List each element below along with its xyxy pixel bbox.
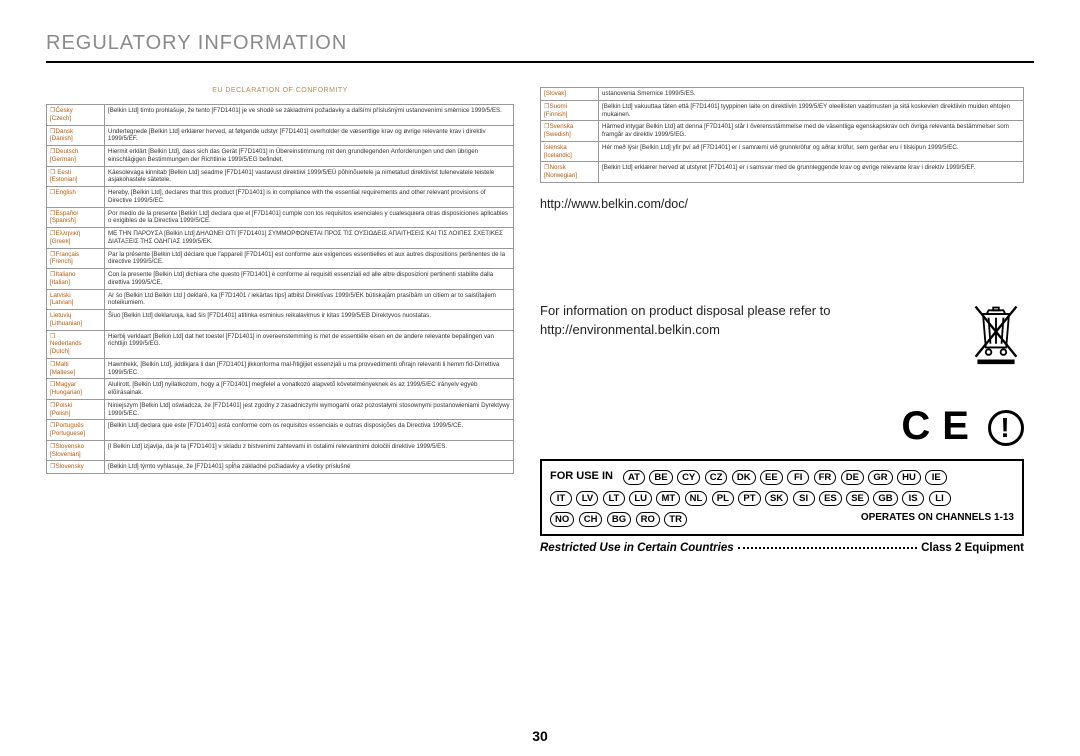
country-code: LU bbox=[629, 491, 652, 506]
country-code: LI bbox=[929, 491, 951, 506]
for-use-label: FOR USE IN bbox=[550, 470, 613, 482]
country-code: FR bbox=[814, 470, 837, 485]
country-use-box: FOR USE IN AT BE CY CZ DK EE FI FR DE GR… bbox=[540, 459, 1024, 536]
lang-cell: ❐Español [Spanish] bbox=[47, 207, 105, 228]
country-code: DE bbox=[841, 470, 864, 485]
lang-cell: ❐Français [French] bbox=[47, 248, 105, 269]
operates-channels: OPERATES ON CHANNELS 1-13 bbox=[861, 512, 1014, 523]
declaration-cell: Šiuo [Belkin Ltd] deklaruoja, kad šis [F… bbox=[105, 310, 514, 331]
lang-cell: Íslenska [Icelandic] bbox=[541, 141, 599, 162]
country-code: CH bbox=[579, 512, 603, 527]
country-code: MT bbox=[656, 491, 680, 506]
restricted-label: Restricted Use in Certain Countries bbox=[540, 542, 734, 554]
country-code: EE bbox=[760, 470, 783, 485]
lang-cell: ❐Polski [Polish] bbox=[47, 399, 105, 420]
ce-mark: C E ! bbox=[540, 404, 1024, 449]
country-code: SE bbox=[846, 491, 869, 506]
declaration-cell: Undertegnede [Belkin Ltd] erklærer herve… bbox=[105, 125, 514, 146]
declaration-cell: [Belkin Ltd] erklærer herved at utstyret… bbox=[599, 162, 1024, 183]
lang-cell: ❐Dansk [Danish] bbox=[47, 125, 105, 146]
disposal-line1: For information on product disposal plea… bbox=[540, 303, 831, 318]
page-title: REGULATORY INFORMATION bbox=[46, 32, 1034, 55]
country-code: HU bbox=[897, 470, 921, 485]
country-code: GB bbox=[873, 491, 897, 506]
declaration-cell: [Belkin Ltd] vakuuttaa täten että [F7D14… bbox=[599, 100, 1024, 121]
lang-cell: ❐English bbox=[47, 187, 105, 208]
declaration-cell: Con la presente [Belkin Ltd] dichiara ch… bbox=[105, 269, 514, 290]
country-code: BE bbox=[649, 470, 672, 485]
country-code: FI bbox=[787, 470, 809, 485]
conformity-table-left: ❐Česky [Czech][Belkin Ltd] tímto prohlaš… bbox=[46, 104, 514, 474]
declaration-cell: [I Belkin Ltd] izjavlja, da je ta [F7D14… bbox=[105, 440, 514, 461]
declaration-cell: Por medio de la presente [Belkin Ltd] de… bbox=[105, 207, 514, 228]
declaration-cell: Niniejszym [Belkin Ltd] oświadcza, że [F… bbox=[105, 399, 514, 420]
country-code: SK bbox=[765, 491, 788, 506]
country-code: NL bbox=[685, 491, 708, 506]
lang-cell: ❐Ελληνική [Greek] bbox=[47, 228, 105, 249]
country-code: TR bbox=[664, 512, 687, 527]
lang-cell: Lietuvių [Lithuanian] bbox=[47, 310, 105, 331]
lang-cell: ❐Suomi [Finnish] bbox=[541, 100, 599, 121]
declaration-cell: Hiermit erklärt [Belkin Ltd], dass sich … bbox=[105, 146, 514, 167]
lang-cell: ❐Svenska [Swedish] bbox=[541, 121, 599, 142]
country-code: IE bbox=[925, 470, 947, 485]
country-code: LV bbox=[576, 491, 598, 506]
country-code: RO bbox=[636, 512, 660, 527]
lang-cell: ❐Deutsch [German] bbox=[47, 146, 105, 167]
lang-cell: ❐ Nederlands [Dutch] bbox=[47, 330, 105, 358]
country-code: NO bbox=[550, 512, 574, 527]
country-code: IT bbox=[550, 491, 572, 506]
declaration-cell: Par la présente [Belkin Ltd] déclare que… bbox=[105, 248, 514, 269]
declaration-cell: [Belkin Ltd] declara que este [F7D1401] … bbox=[105, 420, 514, 441]
declaration-cell: Härmed intygar Belkin Ltd] att denna [F7… bbox=[599, 121, 1024, 142]
declaration-cell: [Belkin Ltd] tímto prohlašuje, že tento … bbox=[105, 105, 514, 126]
lang-cell: ❐Italiano [Italian] bbox=[47, 269, 105, 290]
disposal-line2: http://environmental.belkin.com bbox=[540, 322, 720, 337]
lang-cell: ❐Magyar [Hungarian] bbox=[47, 379, 105, 400]
country-code: DK bbox=[732, 470, 756, 485]
country-code: ES bbox=[819, 491, 842, 506]
country-code: PT bbox=[738, 491, 760, 506]
weee-bin-icon bbox=[968, 301, 1024, 366]
declaration-cell: Hawnhekk, [Belkin Ltd], jiddikjara li da… bbox=[105, 358, 514, 379]
restricted-use-line: Restricted Use in Certain Countries Clas… bbox=[540, 542, 1024, 554]
page-number: 30 bbox=[0, 728, 1080, 744]
lang-cell: ❐ Eesti [Estonian] bbox=[47, 166, 105, 187]
lang-cell: ❐Norsk [Norwegian] bbox=[541, 162, 599, 183]
lang-cell: [Slovak] bbox=[541, 88, 599, 101]
country-code: LT bbox=[603, 491, 625, 506]
conformity-table-right: [Slovak]ustanovenia Smernice 1999/5/ES.❐… bbox=[540, 87, 1024, 183]
declaration-cell: Hér með lýsir [Belkin Ltd] yfir því að [… bbox=[599, 141, 1024, 162]
lang-cell: ❐Slovensko [Slovenian] bbox=[47, 440, 105, 461]
declaration-cell: ΜΕ ΤΗΝ ΠΑΡΟΥΣΑ [Belkin Ltd] ΔΗΛΩΝΕΙ ΟΤΙ … bbox=[105, 228, 514, 249]
lang-cell: ❐Česky [Czech] bbox=[47, 105, 105, 126]
country-code: CZ bbox=[705, 470, 728, 485]
doc-url: http://www.belkin.com/doc/ bbox=[540, 197, 1024, 211]
lang-cell: ❐Malti [Maltese] bbox=[47, 358, 105, 379]
country-code: CY bbox=[677, 470, 700, 485]
country-code: GR bbox=[868, 470, 892, 485]
country-code: BG bbox=[607, 512, 631, 527]
title-rule bbox=[46, 61, 1034, 63]
declaration-cell: [Belkin Ltd] týmto vyhlasuje, že [F7D140… bbox=[105, 461, 514, 474]
country-code: IS bbox=[902, 491, 924, 506]
disposal-text: For information on product disposal plea… bbox=[540, 301, 948, 340]
declaration-cell: Käesolevaga kinnitab [Belkin Ltd] seadme… bbox=[105, 166, 514, 187]
declaration-cell: Hierbij verklaart [Belkin Ltd] dat het t… bbox=[105, 330, 514, 358]
declaration-heading: EU DECLARATION OF CONFORMITY bbox=[46, 87, 514, 94]
declaration-cell: Alulírott, [Belkin Ltd] nyilatkozom, hog… bbox=[105, 379, 514, 400]
declaration-cell: Hereby, [Belkin Ltd], declares that this… bbox=[105, 187, 514, 208]
country-code: SI bbox=[793, 491, 815, 506]
declaration-cell: Ar šo [Belkin Ltd Belkin Ltd ] deklarē, … bbox=[105, 289, 514, 310]
country-code: AT bbox=[623, 470, 645, 485]
lang-cell: ❐Português [Portuguese] bbox=[47, 420, 105, 441]
declaration-cell: ustanovenia Smernice 1999/5/ES. bbox=[599, 88, 1024, 101]
class-2-equipment: Class 2 Equipment bbox=[921, 542, 1024, 554]
country-code: PL bbox=[712, 491, 734, 506]
lang-cell: Latviski [Latvian] bbox=[47, 289, 105, 310]
lang-cell: ❐Slovensky bbox=[47, 461, 105, 474]
